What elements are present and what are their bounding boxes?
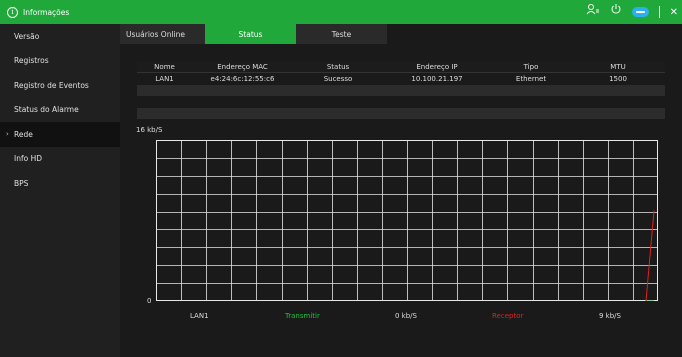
title-bar-icons: ✕ (586, 4, 678, 20)
table-row-empty (137, 84, 665, 96)
sidebar-item-versao[interactable]: Versão (0, 24, 120, 49)
table-cell: Ethernet (515, 74, 547, 83)
table-cell: 10.100.21.197 (411, 74, 463, 83)
sidebar-item-rede[interactable]: › Rede (0, 122, 120, 147)
column-header: Endereço IP (416, 62, 458, 71)
sidebar-item-info-hd[interactable]: Info HD (0, 147, 120, 172)
table-row-empty (137, 119, 665, 131)
tab-status[interactable]: Status (205, 24, 296, 44)
title-bar: i Informações ✕ (0, 0, 682, 24)
network-table: Nome Endereço MAC Status Endereço IP Tip… (137, 61, 665, 131)
info-icon: i (7, 6, 18, 18)
y-axis-min-label: 0 (147, 297, 152, 305)
tab-bar: Usuários Online Status Teste (120, 24, 387, 44)
table-row[interactable]: LAN1 e4:24:6c:12:55:c6 Sucesso 10.100.21… (137, 73, 665, 85)
column-header: Endereço MAC (217, 62, 268, 71)
cloud-icon[interactable] (631, 7, 649, 17)
table-cell: LAN1 (155, 74, 174, 83)
tab-usuarios-online[interactable]: Usuários Online (120, 24, 205, 44)
table-header: Nome Endereço MAC Status Endereço IP Tip… (137, 61, 665, 73)
y-axis-max-label: 16 kb/S (136, 126, 163, 134)
column-header: Nome (154, 62, 175, 71)
series-line-receptor (645, 210, 655, 301)
sidebar-item-label: Registros (14, 56, 49, 66)
sidebar-item-label: BPS (14, 178, 29, 188)
legend-interface: LAN1 (190, 312, 209, 320)
divider (658, 6, 660, 18)
table-row-empty (137, 107, 665, 119)
chevron-right-icon: › (6, 130, 9, 139)
sidebar-item-label: Versão (14, 31, 40, 41)
sidebar-item-registros[interactable]: Registros (0, 49, 120, 74)
table-cell: 1500 (609, 74, 627, 83)
table-cell: Sucesso (323, 74, 353, 83)
tab-teste[interactable]: Teste (296, 24, 387, 44)
legend-transmit-label: Transmitir (285, 312, 320, 320)
power-icon[interactable] (610, 3, 622, 21)
sidebar-item-registro-de-eventos[interactable]: Registro de Eventos (0, 73, 120, 98)
legend-receive-label: Receptor (492, 312, 524, 320)
table-row-empty (137, 96, 665, 108)
sidebar-item-status-do-alarme[interactable]: Status do Alarme (0, 98, 120, 123)
bandwidth-chart (156, 140, 658, 301)
window-title: Informações (23, 7, 70, 17)
user-switch-icon[interactable] (586, 3, 600, 21)
legend-receive-value: 9 kb/S (599, 312, 621, 320)
close-icon[interactable]: ✕ (670, 7, 678, 18)
sidebar-item-label: Info HD (14, 154, 42, 164)
main-panel: Usuários Online Status Teste Nome Endere… (120, 24, 682, 357)
column-header: Tipo (523, 62, 539, 71)
chart-legend: LAN1 Transmitir 0 kb/S Receptor 9 kb/S (120, 312, 682, 324)
legend-transmit-value: 0 kb/S (395, 312, 417, 320)
sidebar: Versão Registros Registro de Eventos Sta… (0, 24, 120, 357)
sidebar-item-label: Registro de Eventos (14, 80, 89, 90)
column-header: Status (326, 62, 350, 71)
sidebar-item-label: Status do Alarme (14, 105, 79, 115)
sidebar-item-label: Rede (14, 129, 33, 139)
sidebar-item-bps[interactable]: BPS (0, 171, 120, 196)
column-header: MTU (610, 62, 626, 71)
table-cell: e4:24:6c:12:55:c6 (210, 74, 275, 83)
